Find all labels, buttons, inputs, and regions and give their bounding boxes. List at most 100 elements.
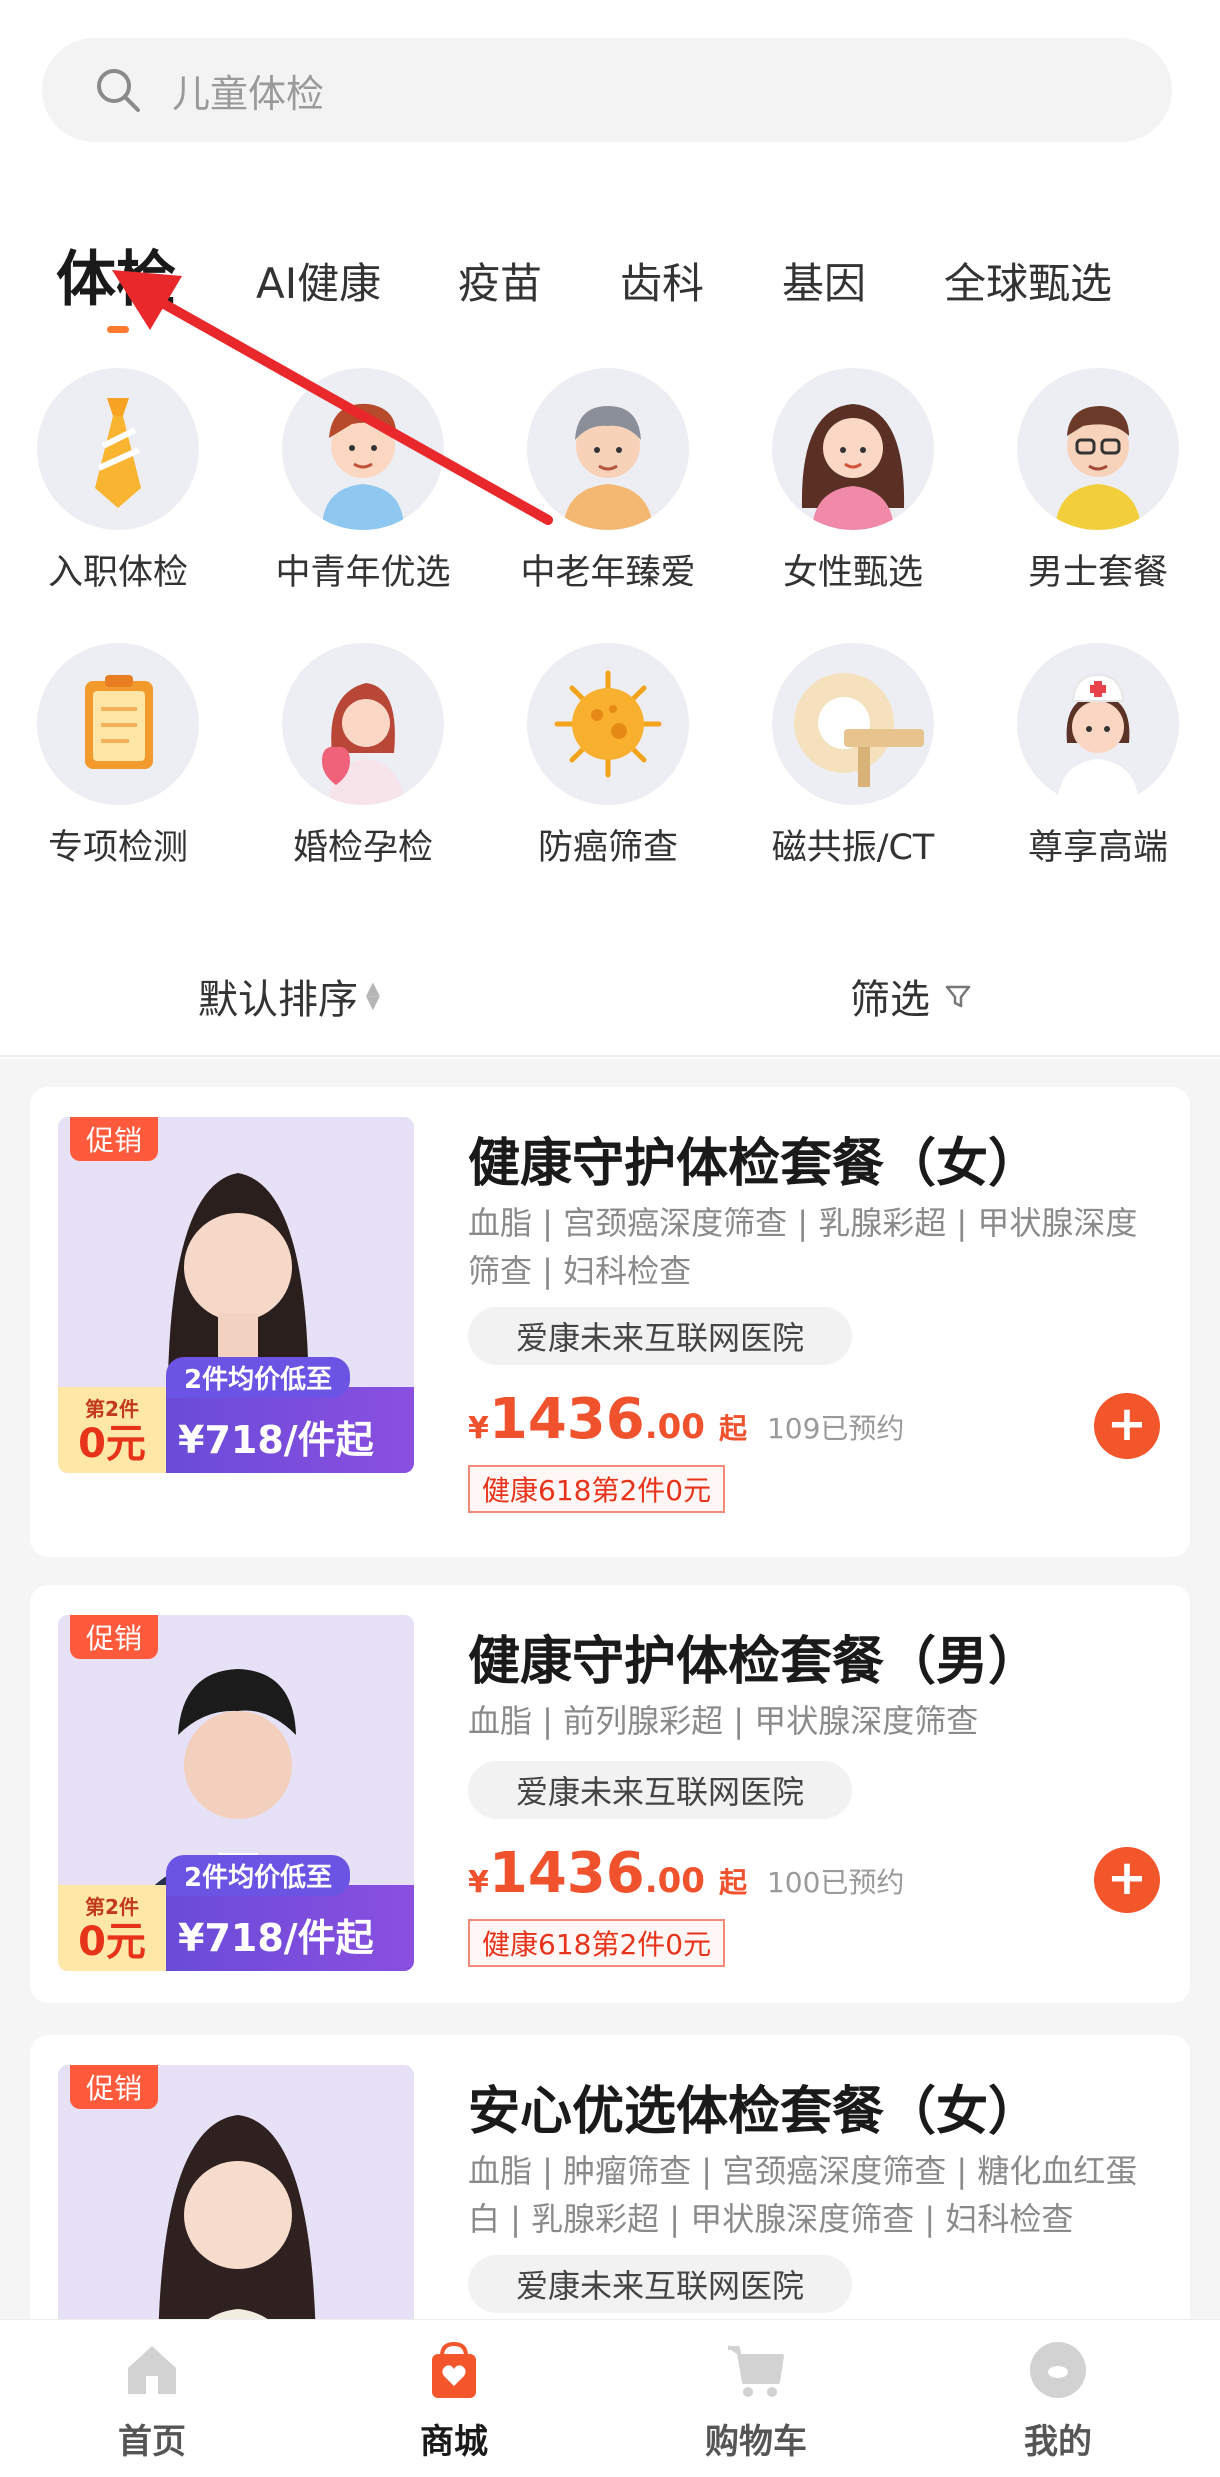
package-middle-elderly[interactable]: 中老年臻爱 (508, 368, 708, 595)
hospital-tag: 爱康未来互联网医院 (468, 1307, 853, 1365)
bride-icon (282, 643, 444, 805)
mri-scanner-icon (772, 643, 934, 805)
nav-profile[interactable]: 我的 (988, 2338, 1128, 2463)
search-bar[interactable]: 儿童体检 (42, 38, 1172, 142)
nurse-icon (1017, 643, 1179, 805)
sort-arrows-icon: ▲ ▼ (366, 978, 380, 1013)
nav-mall[interactable]: 商城 (384, 2338, 524, 2463)
package-premarital-pregnancy[interactable]: 婚检孕检 (263, 643, 463, 870)
price-from: 起 (718, 1866, 747, 1899)
tab-physical-exam[interactable]: 体检 (56, 240, 176, 320)
hospital-tag: 爱康未来互联网医院 (468, 2255, 853, 2313)
tab-dental[interactable]: 齿科 (620, 244, 704, 324)
package-mri-ct[interactable]: 磁共振/CT (753, 643, 953, 870)
product-card[interactable]: 促销 第2件 0元 2件均价低至 ¥718/件起 健康守护体检套餐（女） 血脂 … (30, 1087, 1190, 1557)
sort-filter-bar: 默认排序 ▲ ▼ 筛选 (0, 945, 1220, 1057)
nav-label: 我的 (1024, 2422, 1092, 2462)
package-label: 入职体检 (47, 553, 188, 593)
shopping-bag-icon (432, 2341, 476, 2398)
coupon-tag: 健康618第2件0元 (468, 1465, 726, 1513)
filter-button[interactable]: 筛选 (850, 967, 972, 1025)
product-list: 促销 第2件 0元 2件均价低至 ¥718/件起 健康守护体检套餐（女） 血脂 … (0, 1059, 1220, 2319)
tab-vaccine[interactable]: 疫苗 (458, 244, 542, 324)
deal-big-text: 0元 (78, 1421, 146, 1467)
search-placeholder: 儿童体检 (172, 71, 325, 116)
product-image: 促销 (58, 2065, 414, 2319)
product-items: 血脂 | 宫颈癌深度筛查 | 乳腺彩超 | 甲状腺深度筛查 | 妇科检查 (468, 1204, 1138, 1290)
price-row: ¥ 1436 .00 起 100已预约 (468, 1841, 904, 1906)
young-man-icon (282, 368, 444, 530)
cart-icon (728, 2346, 784, 2397)
promo-tag: 促销 (70, 1117, 159, 1161)
price-row: ¥ 1436 .00 起 109已预约 (468, 1387, 904, 1452)
package-label: 中青年优选 (275, 553, 451, 593)
package-premium[interactable]: 尊享高端 (998, 643, 1198, 870)
product-title: 健康守护体检套餐（男） (468, 1632, 1041, 1692)
cancer-cell-icon (527, 643, 689, 805)
woman-icon (772, 368, 934, 530)
default-sort-button[interactable]: 默认排序 ▲ ▼ (198, 967, 380, 1025)
price-currency: ¥ (468, 1411, 489, 1446)
package-female-select[interactable]: 女性甄选 (753, 368, 953, 595)
deal-big-text: 0元 (78, 1919, 146, 1965)
filter-icon (945, 985, 971, 1008)
elderly-man-icon (527, 368, 689, 530)
package-entry-exam[interactable]: 入职体检 (18, 368, 218, 595)
booked-count: 109已预约 (766, 1412, 905, 1445)
package-young-adult[interactable]: 中青年优选 (263, 368, 463, 595)
price-decimal: .00 (644, 1407, 705, 1447)
add-to-cart-button[interactable]: + (1094, 1847, 1160, 1913)
package-label: 防癌筛查 (537, 828, 678, 868)
tie-icon (37, 368, 199, 530)
package-label: 男士套餐 (1027, 553, 1168, 593)
product-card[interactable]: 促销 安心优选体检套餐（女） 血脂 | 肿瘤筛查 | 宫颈癌深度筛查 | 糖化血… (30, 2035, 1190, 2319)
average-price-badge: 2件均价低至 ¥718/件起 (166, 1855, 414, 1971)
add-to-cart-button[interactable]: + (1094, 1393, 1160, 1459)
package-cancer-screen[interactable]: 防癌筛查 (508, 643, 708, 870)
man-glasses-icon (1017, 368, 1179, 530)
coupon-tag: 健康618第2件0元 (468, 1919, 726, 1967)
second-item-free-badge: 第2件 0元 (58, 1885, 166, 1971)
tab-global-select[interactable]: 全球甄选 (944, 244, 1112, 324)
package-label: 婚检孕检 (292, 828, 433, 868)
package-label: 女性甄选 (782, 553, 923, 593)
clipboard-icon (37, 643, 199, 805)
package-label: 磁共振/CT (771, 828, 935, 868)
home-icon (128, 2346, 176, 2394)
nav-label: 商城 (420, 2422, 488, 2462)
product-image: 促销 第2件 0元 2件均价低至 ¥718/件起 (58, 1615, 414, 1971)
product-items: 血脂 | 前列腺彩超 | 甲状腺深度筛查 (468, 1702, 979, 1740)
nav-home[interactable]: 首页 (82, 2338, 222, 2463)
tab-gene[interactable]: 基因 (782, 244, 866, 324)
nav-label: 购物车 (705, 2422, 807, 2462)
package-label: 尊享高端 (1027, 828, 1168, 868)
active-tab-indicator (107, 326, 129, 333)
package-label: 中老年臻爱 (520, 553, 696, 593)
nav-label: 首页 (118, 2422, 186, 2462)
deal-small-text: 第2件 (85, 1895, 139, 1919)
filter-label: 筛选 (850, 977, 930, 1023)
price-from: 起 (718, 1412, 747, 1445)
price-integer: 1436 (488, 1841, 645, 1906)
package-men-combo[interactable]: 男士套餐 (998, 368, 1198, 595)
product-title: 健康守护体检套餐（女） (468, 1134, 1041, 1194)
booked-count: 100已预约 (766, 1866, 905, 1899)
bottom-nav: 首页 商城 购物车 我的 (0, 2319, 1220, 2477)
product-items: 血脂 | 肿瘤筛查 | 宫颈癌深度筛查 | 糖化血红蛋白 | 乳腺彩超 | 甲状… (468, 2152, 1138, 2238)
search-icon (97, 69, 140, 112)
second-item-free-badge: 第2件 0元 (58, 1387, 166, 1473)
product-image: 促销 第2件 0元 2件均价低至 ¥718/件起 (58, 1117, 414, 1473)
promo-tag: 促销 (70, 1615, 159, 1659)
price-decimal: .00 (644, 1861, 705, 1901)
deal-small-text: 第2件 (85, 1397, 139, 1421)
product-title: 安心优选体检套餐（女） (468, 2082, 1041, 2142)
deal-price: ¥718/件起 (178, 1916, 374, 1960)
price-currency: ¥ (468, 1865, 489, 1900)
product-card[interactable]: 促销 第2件 0元 2件均价低至 ¥718/件起 健康守护体检套餐（男） 血脂 … (30, 1585, 1190, 2003)
profile-icon (1030, 2342, 1086, 2398)
package-special-test[interactable]: 专项检测 (18, 643, 218, 870)
deal-note: 2件均价低至 (166, 1357, 351, 1398)
nav-cart[interactable]: 购物车 (686, 2338, 826, 2463)
tab-ai-health[interactable]: AI健康 (256, 244, 381, 324)
package-label: 专项检测 (47, 828, 188, 868)
